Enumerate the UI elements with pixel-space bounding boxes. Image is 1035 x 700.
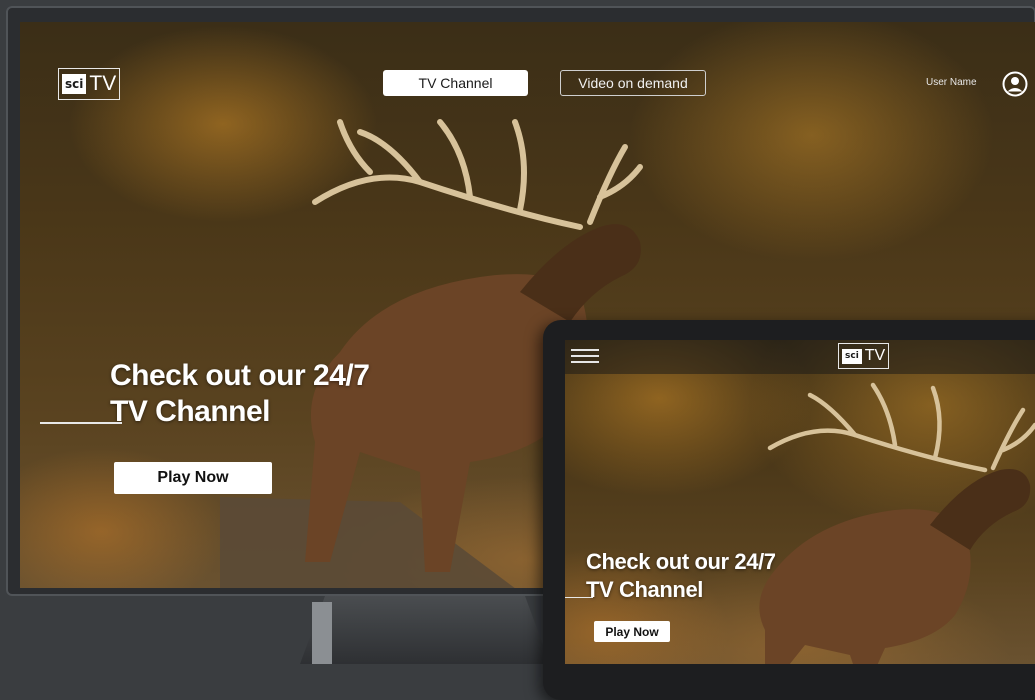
tablet-hero-background-image <box>565 340 1035 664</box>
hero-title-line1: Check out our 24/7 <box>110 359 370 392</box>
tablet-screen: sci TV Check out our 24/7 TV Channel Pla… <box>565 340 1035 664</box>
hero-accent-line <box>40 422 122 424</box>
tv-stand-post <box>312 602 332 664</box>
logo-sci-text: sci <box>62 74 87 94</box>
logo-tv-text: TV <box>89 72 117 95</box>
tablet-hero-title-line1: Check out our 24/7 <box>586 549 776 574</box>
user-circle-icon[interactable] <box>1002 71 1028 97</box>
hamburger-menu-icon[interactable] <box>571 349 599 365</box>
tablet-logo-sci-text: sci <box>842 348 862 364</box>
nav-tv-channel-button[interactable]: TV Channel <box>383 70 528 96</box>
tablet-play-now-button[interactable]: Play Now <box>594 621 670 642</box>
hero-title: Check out our 24/7 TV Channel <box>110 358 430 430</box>
tablet-scitv-logo[interactable]: sci TV <box>838 343 890 369</box>
tablet-hero-title: Check out our 24/7 TV Channel <box>586 548 846 604</box>
user-name-label[interactable]: User Name <box>926 77 977 88</box>
tablet-hero-title-line2: TV Channel <box>586 577 704 602</box>
nav-video-on-demand-button[interactable]: Video on demand <box>560 70 706 96</box>
tablet-top-bar <box>565 340 1035 374</box>
play-now-button[interactable]: Play Now <box>114 462 272 494</box>
tablet-logo-tv-text: TV <box>864 347 886 364</box>
scitv-logo[interactable]: sci TV <box>58 68 121 100</box>
hero-title-line2: TV Channel <box>110 395 271 428</box>
tv-stand <box>300 596 550 664</box>
tablet-hero-accent-line <box>565 597 593 598</box>
